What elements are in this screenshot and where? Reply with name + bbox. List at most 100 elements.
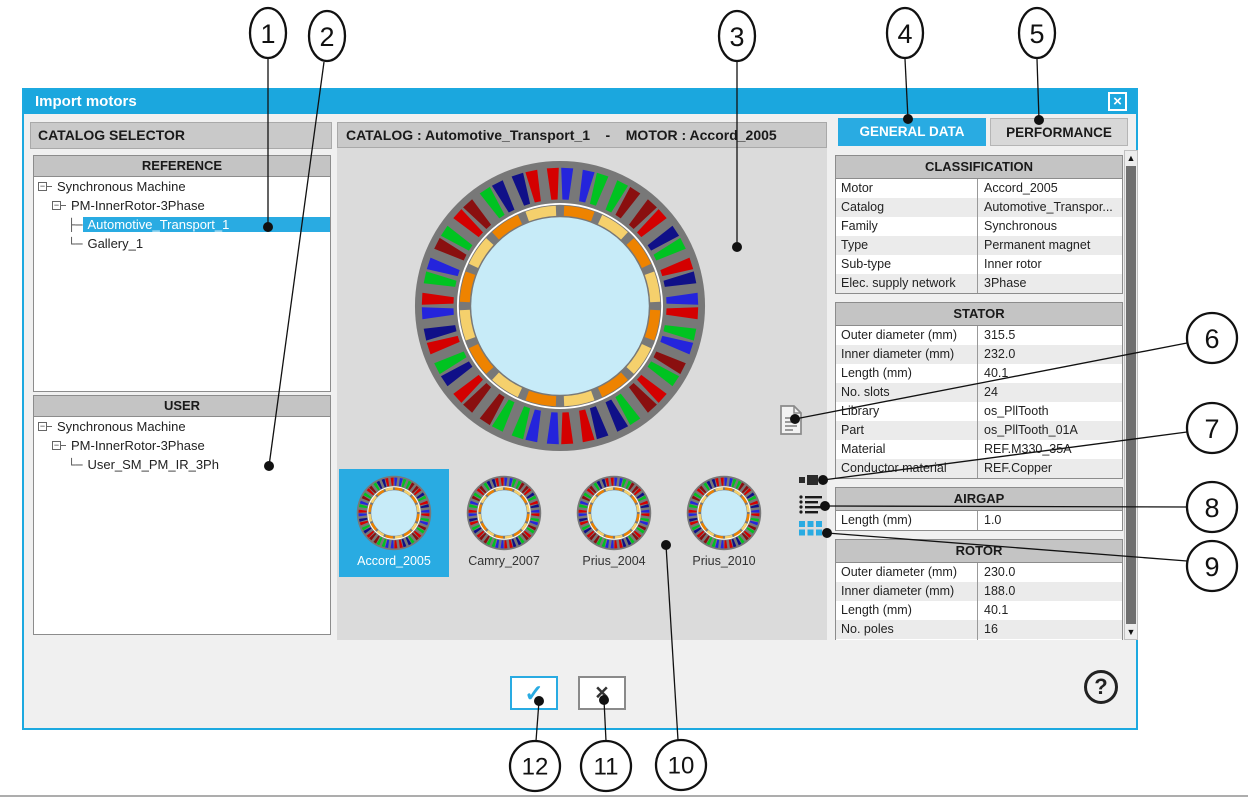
callout-4-number: 4 (897, 19, 912, 49)
callout-8-number: 8 (1204, 493, 1219, 523)
table-rotor: ROTOROuter diameter (mm)230.0Inner diame… (835, 539, 1123, 640)
scrollbar-thumb[interactable] (1126, 166, 1136, 624)
thumbnail-label: Prius_2004 (559, 554, 669, 568)
import-motors-dialog: Import motors × CATALOG SELECTOR REFEREN… (22, 88, 1138, 730)
tree-item-label: PM-InnerRotor-3Phase (67, 198, 209, 213)
motor-thumbnail-prius_2004[interactable]: Prius_2004 (559, 469, 669, 577)
callout-3-circle (719, 11, 755, 61)
scroll-down-icon[interactable]: ▼ (1125, 625, 1137, 639)
table-title: ROTOR (836, 540, 1122, 563)
callout-5-circle (1019, 8, 1055, 58)
table-row: TypePermanent magnet (836, 236, 1122, 255)
tree-item-pm-innerrotor-3phase[interactable]: PM-InnerRotor-3Phase (34, 196, 330, 215)
property-label: No. slots (836, 383, 978, 402)
close-icon[interactable]: × (1108, 92, 1127, 111)
callout-1-number: 1 (260, 19, 275, 49)
tree-item-gallery_1[interactable]: └─Gallery_1 (34, 234, 330, 253)
callout-12-circle (510, 741, 560, 791)
property-label: Length (mm) (836, 511, 978, 530)
clipped-row (836, 639, 1122, 640)
page-bottom-divider (0, 795, 1248, 797)
thumbnail-image (466, 475, 542, 551)
table-row: Outer diameter (mm)315.5 (836, 326, 1122, 345)
reference-tree-panel: REFERENCE Synchronous Machine PM-InnerRot… (33, 155, 331, 392)
tree-item-user_sm_pm_ir_3ph[interactable]: └─User_SM_PM_IR_3Ph (34, 455, 330, 474)
tree-connector: ├─ (68, 218, 82, 232)
motor-gallery: Accord_2005Camry_2007Prius_2004Prius_201… (339, 469, 779, 577)
callout-11-number: 11 (594, 754, 619, 781)
table-row: Conductor materialREF.Copper (836, 459, 1122, 478)
callout-7-circle (1187, 403, 1237, 453)
property-value: os_PllTooth (978, 402, 1122, 421)
property-label: Elec. supply network (836, 274, 978, 293)
table-row: CatalogAutomotive_Transpor... (836, 198, 1122, 217)
property-label: Family (836, 217, 978, 236)
expander-icon[interactable] (52, 201, 61, 210)
property-value: 232.0 (978, 345, 1122, 364)
motor-thumbnail-accord_2005[interactable]: Accord_2005 (339, 469, 449, 577)
property-value: Accord_2005 (978, 179, 1122, 198)
property-value: 1.0 (978, 511, 1122, 530)
property-label: Outer diameter (mm) (836, 563, 978, 582)
thumbnail-label: Prius_2010 (669, 554, 779, 568)
motor-thumbnail-camry_2007[interactable]: Camry_2007 (449, 469, 559, 577)
motor-thumbnail-prius_2010[interactable]: Prius_2010 (669, 469, 779, 577)
expander-icon[interactable] (38, 182, 47, 191)
table-row: Inner diameter (mm)232.0 (836, 345, 1122, 364)
tree-item-label: Gallery_1 (83, 236, 147, 251)
property-value: os_PllTooth_01A (978, 421, 1122, 440)
tree-item-label: User_SM_PM_IR_3Ph (83, 457, 223, 472)
property-value: Automotive_Transpor... (978, 198, 1122, 217)
help-icon[interactable]: ? (1084, 670, 1118, 704)
callout-5-number: 5 (1029, 19, 1044, 49)
motor-cross-section (412, 158, 708, 454)
table-classification: CLASSIFICATIONMotorAccord_2005CatalogAut… (835, 155, 1123, 294)
expander-icon[interactable] (52, 441, 61, 450)
tree-item-pm-innerrotor-3phase[interactable]: PM-InnerRotor-3Phase (34, 436, 330, 455)
thumbnail-image (576, 475, 652, 551)
callout-9-number: 9 (1204, 552, 1219, 582)
property-value: 188.0 (978, 582, 1122, 601)
property-label: Material (836, 440, 978, 459)
cancel-button[interactable]: × (578, 676, 626, 710)
table-row: MaterialREF.M330_35A (836, 440, 1122, 459)
table-title: CLASSIFICATION (836, 156, 1122, 179)
confirm-button[interactable]: ✓ (510, 676, 558, 710)
property-label: Sub-type (836, 255, 978, 274)
property-value: REF.Copper (978, 459, 1122, 478)
thumbnail-view-icon[interactable] (799, 521, 822, 541)
table-row: MotorAccord_2005 (836, 179, 1122, 198)
property-label: Inner diameter (mm) (836, 345, 978, 364)
property-value: Inner rotor (978, 255, 1122, 274)
reference-tree-title: REFERENCE (34, 156, 330, 177)
thumbnail-image (686, 475, 762, 551)
tree-item-synchronous machine[interactable]: Synchronous Machine (34, 177, 330, 196)
tab-performance[interactable]: PERFORMANCE (990, 118, 1128, 146)
property-label: No. poles (836, 620, 978, 639)
property-value: Synchronous (978, 217, 1122, 236)
expander-icon[interactable] (38, 422, 47, 431)
datasheet-icon[interactable] (778, 404, 804, 436)
screenshot-root: Import motors × CATALOG SELECTOR REFEREN… (0, 0, 1248, 802)
user-tree-title: USER (34, 396, 330, 417)
tree-item-label: Automotive_Transport_1 (83, 217, 330, 232)
icon-size-toggle[interactable] (799, 473, 829, 491)
property-value: 3Phase (978, 274, 1122, 293)
property-label: Library (836, 402, 978, 421)
tree-item-synchronous machine[interactable]: Synchronous Machine (34, 417, 330, 436)
property-label: Length (mm) (836, 601, 978, 620)
callout-6-circle (1187, 313, 1237, 363)
motor-preview-panel: Accord_2005Camry_2007Prius_2004Prius_201… (337, 148, 827, 640)
table-title: STATOR (836, 303, 1122, 326)
property-value: 24 (978, 383, 1122, 402)
table-airgap: AIRGAPLength (mm)1.0 (835, 487, 1123, 531)
vertical-scrollbar[interactable]: ▲ ▼ (1124, 150, 1138, 640)
tree-item-label: PM-InnerRotor-3Phase (67, 438, 209, 453)
property-label: Catalog (836, 198, 978, 217)
table-row: Libraryos_PllTooth (836, 402, 1122, 421)
list-view-icon[interactable] (799, 495, 823, 520)
tab-general-data[interactable]: GENERAL DATA (838, 118, 986, 146)
callout-8-circle (1187, 482, 1237, 532)
tree-item-automotive_transport_1[interactable]: ├─Automotive_Transport_1 (34, 215, 330, 234)
scroll-up-icon[interactable]: ▲ (1125, 151, 1137, 165)
